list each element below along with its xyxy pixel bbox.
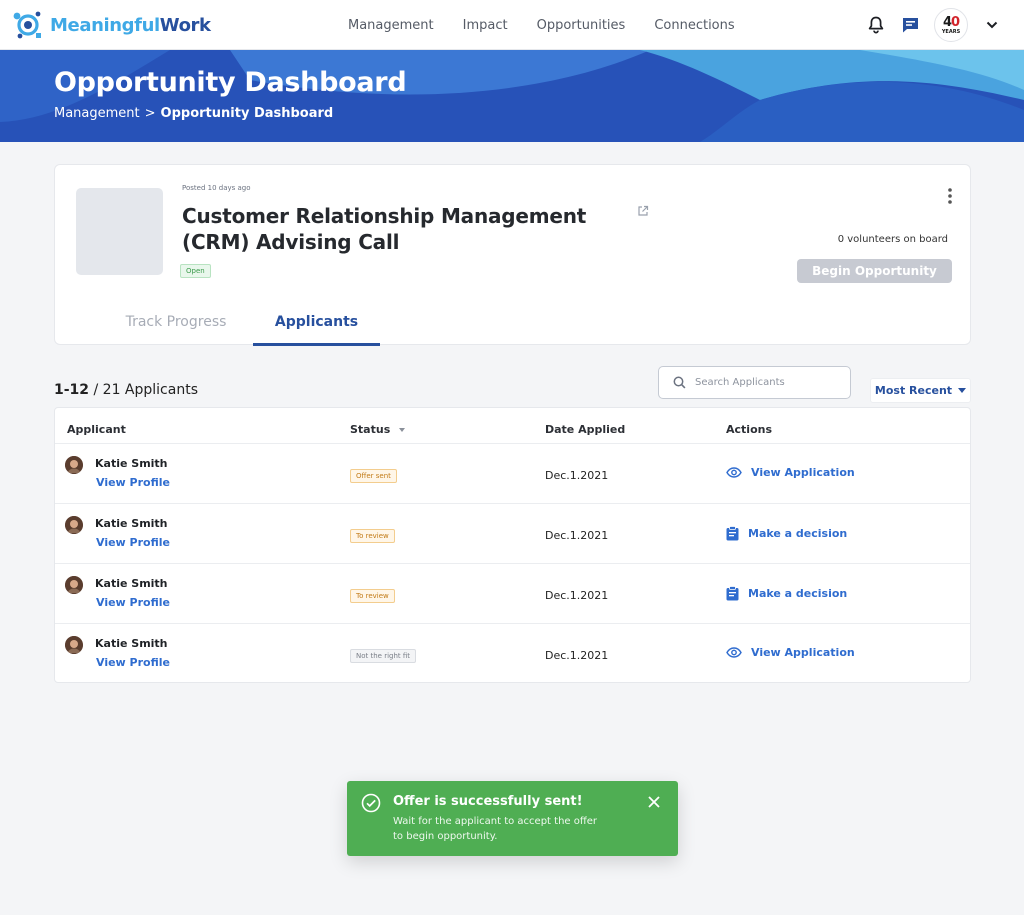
status-badge: Open [180, 264, 211, 278]
applicant-name: Katie Smith [95, 577, 168, 590]
applicant-total: / 21 Applicants [89, 382, 198, 398]
begin-opportunity-button[interactable]: Begin Opportunity [797, 259, 952, 283]
sort-caret-icon [399, 427, 406, 432]
chevron-down-icon[interactable] [982, 15, 1002, 35]
success-toast: Offer is successfully sent! Wait for the… [347, 781, 678, 856]
posted-date: Posted 10 days ago [182, 184, 251, 192]
nav-link-connections[interactable]: Connections [654, 18, 734, 33]
clipboard-icon [726, 586, 739, 601]
column-applicant[interactable]: Applicant [67, 423, 126, 436]
chat-icon[interactable] [900, 15, 920, 35]
applicant-count: 1-12 / 21 Applicants [54, 382, 198, 398]
avatar [65, 516, 83, 534]
eye-icon [726, 647, 742, 658]
tab-applicants[interactable]: Applicants [253, 314, 380, 346]
nav-link-management[interactable]: Management [348, 18, 434, 33]
search-applicants[interactable] [658, 366, 851, 399]
nav-actions: 40 YEARS [866, 8, 1002, 42]
view-profile-link[interactable]: View Profile [96, 536, 170, 549]
date-applied: Dec.1.2021 [545, 649, 609, 662]
brand-name-part2: Work [159, 14, 211, 36]
brand-name: MeaningfulWork [50, 15, 211, 36]
breadcrumb-management[interactable]: Management [54, 106, 140, 121]
status-badge: To review [350, 529, 395, 543]
column-status[interactable]: Status [350, 423, 406, 436]
table-row: Katie Smith View Profile Not the right f… [55, 624, 970, 682]
date-applied: Dec.1.2021 [545, 529, 609, 542]
organization-avatar[interactable]: 40 YEARS [934, 8, 968, 42]
avatar [65, 576, 83, 594]
brand-logo[interactable]: MeaningfulWork [12, 9, 211, 41]
opportunity-thumbnail [76, 188, 163, 275]
top-navigation: MeaningfulWork Management Impact Opportu… [0, 0, 1024, 50]
sort-label: Most Recent [874, 384, 953, 397]
view-profile-link[interactable]: View Profile [96, 596, 170, 609]
nav-link-opportunities[interactable]: Opportunities [537, 18, 626, 33]
action-label: View Application [751, 646, 855, 659]
check-circle-icon [361, 793, 381, 813]
status-badge: Not the right fit [350, 649, 417, 663]
column-date-applied[interactable]: Date Applied [545, 423, 625, 436]
table-header: Applicant Status Date Applied Actions [55, 408, 970, 444]
status-badge: To review [350, 589, 395, 603]
external-link-icon[interactable] [637, 205, 649, 217]
breadcrumb-current: Opportunity Dashboard [160, 106, 334, 121]
view-profile-link[interactable]: View Profile [96, 656, 170, 669]
sort-dropdown[interactable]: Most Recent [870, 378, 971, 403]
volunteers-count: 0 volunteers on board [837, 234, 948, 245]
action-label: View Application [751, 466, 855, 479]
close-icon[interactable] [647, 795, 661, 809]
avatar [65, 456, 83, 474]
page-title: Opportunity Dashboard [54, 67, 407, 98]
action-label: Make a decision [748, 527, 848, 540]
applicant-name: Katie Smith [95, 517, 168, 530]
view-profile-link[interactable]: View Profile [96, 476, 170, 489]
page-header-banner: Opportunity Dashboard Management > Oppor… [0, 50, 1024, 142]
applicant-name: Katie Smith [95, 637, 168, 650]
applicants-table: Applicant Status Date Applied Actions Ka… [54, 407, 971, 683]
search-input[interactable] [695, 377, 835, 388]
view-application-button[interactable]: View Application [726, 646, 855, 659]
make-decision-button[interactable]: Make a decision [726, 526, 847, 541]
logo-mark-icon [13, 11, 41, 39]
column-actions: Actions [726, 423, 772, 436]
view-application-button[interactable]: View Application [726, 466, 855, 479]
org-badge-digit: 4 [942, 14, 952, 30]
applicant-range: 1-12 [54, 382, 90, 398]
nav-link-impact[interactable]: Impact [463, 18, 508, 33]
table-row: Katie Smith View Profile Offer sent Dec.… [55, 444, 970, 504]
toast-title: Offer is successfully sent! [393, 794, 583, 809]
status-badge: Offer sent [350, 469, 397, 483]
toast-message: Wait for the applicant to accept the off… [393, 816, 598, 842]
main-nav: Management Impact Opportunities Connecti… [348, 0, 735, 50]
table-row: Katie Smith View Profile To review Dec.1… [55, 564, 970, 624]
breadcrumb: Management > Opportunity Dashboard [54, 106, 333, 121]
date-applied: Dec.1.2021 [545, 589, 609, 602]
column-status-label: Status [350, 423, 391, 436]
eye-icon [726, 467, 742, 478]
make-decision-button[interactable]: Make a decision [726, 586, 847, 601]
org-badge-digit-accent: 0 [951, 14, 960, 30]
caret-down-icon [958, 388, 967, 393]
table-row: Katie Smith View Profile To review Dec.1… [55, 504, 970, 564]
action-label: Make a decision [748, 587, 848, 600]
avatar [65, 636, 83, 654]
applicant-name: Katie Smith [95, 457, 168, 470]
bell-icon[interactable] [866, 15, 886, 35]
search-icon [673, 376, 686, 389]
opportunity-card: Posted 10 days ago Customer Relationship… [54, 164, 971, 346]
tab-track-progress[interactable]: Track Progress [111, 314, 241, 346]
more-options-icon[interactable] [946, 187, 954, 205]
date-applied: Dec.1.2021 [545, 469, 609, 482]
org-badge-caption: YEARS [941, 28, 961, 35]
brand-name-part1: Meaningful [50, 14, 160, 36]
breadcrumb-separator: > [144, 106, 156, 121]
org-badge-number: 40 [942, 14, 960, 30]
opportunity-title: Customer Relationship Management (CRM) A… [182, 204, 587, 254]
clipboard-icon [726, 526, 739, 541]
